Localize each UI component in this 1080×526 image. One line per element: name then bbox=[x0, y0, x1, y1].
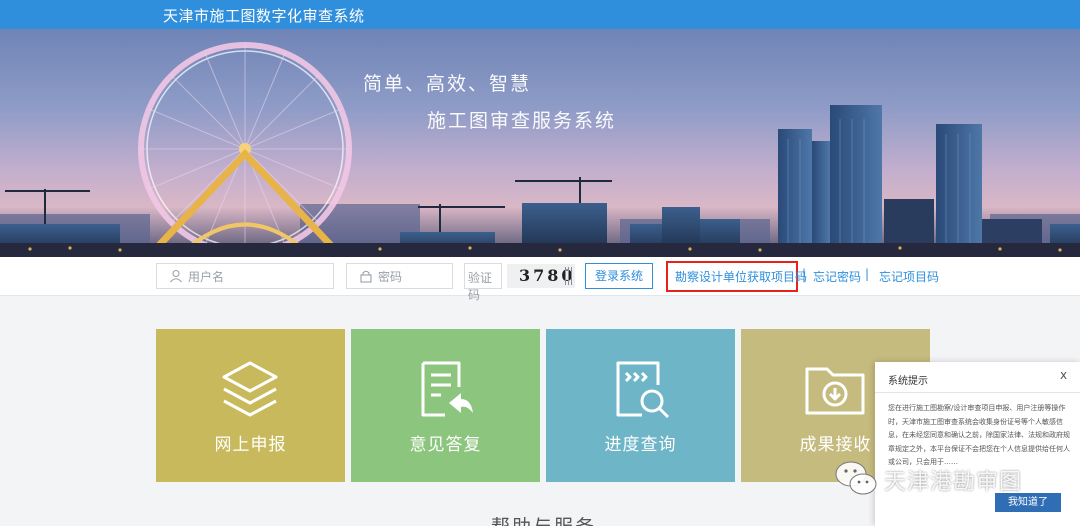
login-bar: 用户名 密码 验证码 3780 登录系统 勘察设计单位获取项目码 | 忘记密码 … bbox=[0, 257, 1080, 302]
captcha-code: 3780 bbox=[519, 266, 576, 285]
user-icon bbox=[170, 269, 182, 283]
site-title: 天津市施工图数字化审查系统 bbox=[163, 7, 365, 25]
close-icon[interactable]: x bbox=[1060, 368, 1067, 382]
page: 天津市施工图数字化审查系统 简单、高效、智慧 施工图审查服务系统 用户名 密码 … bbox=[0, 0, 1080, 526]
banner-slogan-line1: 简单、高效、智慧 bbox=[363, 73, 532, 95]
forgot-project-code-link[interactable]: 忘记项目码 bbox=[879, 268, 939, 285]
ferris-wheel bbox=[138, 42, 352, 257]
tile-label: 网上申报 bbox=[214, 435, 287, 455]
username-placeholder: 用户名 bbox=[188, 270, 225, 284]
top-bar: 天津市施工图数字化审查系统 bbox=[0, 0, 1080, 29]
banner-slogan-line2: 施工图审查服务系统 bbox=[427, 110, 617, 132]
link-separator: | bbox=[802, 267, 807, 281]
password-field[interactable]: 密码 bbox=[346, 263, 453, 289]
search-progress-icon bbox=[616, 361, 670, 419]
tile-progress-query[interactable]: 进度查询 bbox=[546, 329, 735, 482]
tile-label: 进度查询 bbox=[604, 435, 677, 455]
city-skyline-illustration bbox=[0, 42, 1080, 257]
captcha-placeholder: 验证码 bbox=[468, 271, 493, 302]
hero-banner: 简单、高效、智慧 施工图审查服务系统 bbox=[0, 29, 1080, 257]
document-reply-icon bbox=[421, 361, 473, 417]
username-field[interactable]: 用户名 bbox=[156, 263, 334, 289]
lock-icon bbox=[360, 270, 372, 283]
captcha-input[interactable]: 验证码 bbox=[464, 263, 502, 302]
folder-download-icon bbox=[805, 367, 865, 415]
get-project-code-link[interactable]: 勘察设计单位获取项目码 bbox=[675, 268, 807, 285]
layers-icon bbox=[222, 361, 278, 417]
link-separator: | bbox=[865, 267, 870, 281]
tile-opinion-reply[interactable]: 意见答复 bbox=[351, 329, 540, 482]
watermark-text: 天津港勘审图 bbox=[884, 470, 1023, 495]
popup-divider bbox=[875, 392, 1080, 393]
help-section-title: 帮助与服务 bbox=[491, 512, 596, 526]
login-button[interactable]: 登录系统 bbox=[585, 263, 653, 289]
tile-label: 意见答复 bbox=[409, 435, 482, 455]
popup-title: 系统提示 bbox=[888, 376, 928, 387]
popup-body: 您在进行施工图勘察/设计审查项目申报、用户注册等操作时，天津市施工图审查系统会收… bbox=[888, 404, 1070, 466]
system-notice-popup: 系统提示 x 您在进行施工图勘察/设计审查项目申报、用户注册等操作时，天津市施工… bbox=[875, 362, 1080, 526]
forgot-password-link[interactable]: 忘记密码 bbox=[813, 268, 861, 285]
password-placeholder: 密码 bbox=[378, 270, 403, 284]
captcha-image[interactable]: 3780 bbox=[507, 264, 575, 288]
tile-online-application[interactable]: 网上申报 bbox=[156, 329, 345, 482]
wechat-icon bbox=[835, 461, 877, 495]
